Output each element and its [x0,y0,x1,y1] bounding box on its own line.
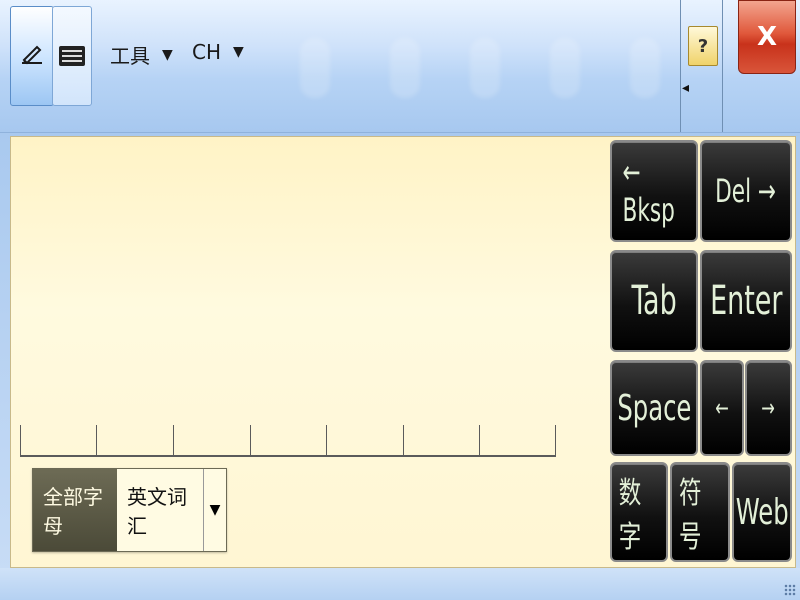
bksp-key-label: ← Bksp [622,153,675,229]
close-button[interactable]: X [738,0,796,74]
tools-menu[interactable]: 工具 ▼ [110,40,173,69]
mode-all-letters[interactable]: 全部字母 [33,469,117,551]
language-menu[interactable]: CH ▼ [192,40,244,64]
mode-english-words[interactable]: 英文词汇 [117,469,203,551]
del-key-label: Del → [715,172,777,210]
tab-key[interactable]: Tab [610,250,698,352]
resize-grip-icon[interactable] [784,584,796,596]
right-arrow-key[interactable]: → [745,360,792,456]
space-key[interactable]: Space [610,360,698,456]
baseline-tick [555,425,556,455]
pen-writing-icon [22,45,42,65]
baseline-tick [326,425,327,455]
chevron-down-icon: ▼ [233,44,244,60]
writing-pad-button[interactable] [10,6,54,106]
bksp-key[interactable]: ← Bksp [610,140,698,242]
del-key[interactable]: Del → [700,140,792,242]
symbols-key-label: 符号 [679,476,702,555]
decor-stripe [390,38,420,98]
decor-stripe [470,38,500,98]
right-arrow-icon: → [761,394,776,422]
bottom-bar [0,568,800,600]
baseline-tick [403,425,404,455]
decor-stripe [300,38,330,98]
left-arrow-key[interactable]: ← [700,360,744,456]
tools-menu-label: 工具 [110,44,150,68]
numbers-key-label: 数字 [618,476,642,555]
baseline-tick [250,425,251,455]
left-arrow-icon: ← [715,394,729,422]
baseline-tick [20,425,21,455]
web-key-label: Web [735,491,789,533]
touch-keyboard-button[interactable] [52,6,92,106]
input-mode-selector: 全部字母 英文词汇 ▼ [32,468,227,552]
help-icon[interactable]: ? [688,26,718,66]
writing-baseline [20,425,556,457]
divider [722,0,723,132]
tab-key-label: Tab [631,278,677,324]
space-key-label: Space [616,387,692,429]
toolbar: 工具 ▼ CH ▼ ? ◂ X [0,0,800,133]
baseline-tick [96,425,97,455]
enter-key[interactable]: Enter [700,250,792,352]
numbers-key[interactable]: 数字 [610,462,668,562]
enter-key-label: Enter [709,278,783,324]
decor-stripe [630,38,660,98]
dock-arrow-icon[interactable]: ◂ [682,80,689,96]
symbols-key[interactable]: 符号 [670,462,730,562]
baseline-tick [479,425,480,455]
keyboard-icon [59,46,85,66]
web-key[interactable]: Web [732,462,792,562]
divider [680,0,681,132]
chevron-down-icon[interactable]: ▼ [203,469,226,551]
baseline-tick [173,425,174,455]
chevron-down-icon: ▼ [162,46,173,63]
decor-stripe [550,38,580,98]
language-menu-label: CH [192,40,222,64]
